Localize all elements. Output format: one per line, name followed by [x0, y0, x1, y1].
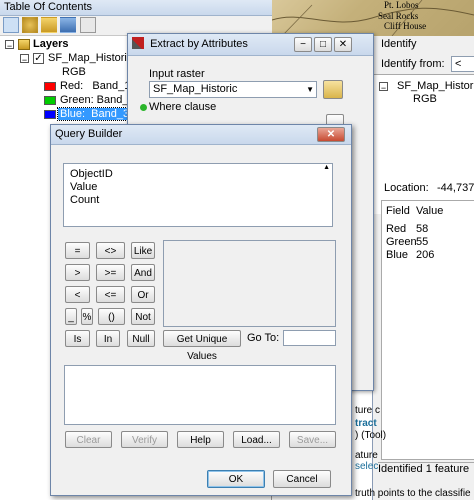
list-by-drawing-order-icon[interactable] [3, 17, 19, 33]
list-by-visibility-icon[interactable] [41, 17, 57, 33]
greater-button[interactable]: > [65, 264, 90, 281]
layers-label[interactable]: Layers [33, 38, 68, 50]
tool-icon [132, 37, 144, 49]
band-green-swatch [44, 96, 56, 105]
table-row-field: Red [386, 223, 407, 235]
not-button[interactable]: Not [131, 308, 155, 325]
get-unique-values-button[interactable]: Get Unique Values [163, 330, 241, 362]
goto-label: Go To: [247, 332, 280, 344]
where-clause-label: Where clause [149, 101, 217, 113]
unique-values-list[interactable] [163, 240, 336, 327]
band-green-label: Green: Band_2 [60, 94, 135, 106]
band-blue-swatch [44, 110, 56, 119]
fields-list[interactable]: ObjectID Value Count ▲ [63, 163, 333, 227]
table-row-value: 55 [416, 236, 429, 248]
identify-from-select[interactable]: < [451, 56, 474, 72]
goto-input[interactable] [283, 330, 336, 346]
identify-title: Identify [381, 38, 417, 50]
greater-equal-button[interactable]: >= [96, 264, 125, 281]
tree-root-label[interactable]: SF_Map_Historic [397, 80, 474, 92]
tree-child-label[interactable]: RGB [413, 93, 437, 105]
minimize-button[interactable]: − [294, 37, 312, 52]
ok-button[interactable]: OK [207, 470, 265, 488]
query-close-button[interactable]: ✕ [317, 127, 345, 142]
identify-table: Field Value Red 58 Green 55 Blue 206 [381, 200, 474, 460]
list-item[interactable]: ObjectID [70, 168, 113, 180]
input-raster-label: Input raster [149, 68, 205, 80]
table-row-field: Blue [386, 249, 409, 261]
input-raster-value: SF_Map_Historic [153, 83, 238, 95]
toc-title: Table Of Contents [4, 1, 93, 13]
rgb-label: RGB [62, 66, 86, 78]
identify-window: Identify Identify from: < − SF_Map_Histo… [372, 36, 474, 500]
layers-icon [18, 39, 30, 50]
equals-button[interactable]: = [65, 242, 90, 259]
null-button[interactable]: Null [127, 330, 155, 347]
map-label-3: Cliff House [384, 21, 427, 31]
maximize-button[interactable]: □ [314, 37, 332, 52]
less-equal-button[interactable]: <= [96, 286, 125, 303]
tree-collapse-icon[interactable]: − [379, 82, 388, 93]
map-lines [272, 0, 474, 36]
map-view[interactable]: Pt. Lobos Seal Rocks Cliff House [272, 0, 474, 36]
toc-title-bar: Table Of Contents [0, 0, 272, 16]
query-title: Query Builder [55, 128, 123, 140]
help-text-4: ature [355, 450, 378, 461]
like-button[interactable]: Like [131, 242, 155, 259]
table-row-value: 206 [416, 249, 435, 261]
in-button[interactable]: In [96, 330, 120, 347]
location-value: -44,737,8 [437, 182, 474, 194]
layer-name[interactable]: SF_Map_Historic [48, 52, 132, 64]
map-label-1: Pt. Lobos [384, 0, 419, 10]
verify-button[interactable]: Verify [121, 431, 168, 448]
location-label: Location: [384, 182, 429, 194]
table-row-field: Green [386, 236, 417, 248]
or-button[interactable]: Or [131, 286, 155, 303]
input-raster-select[interactable]: SF_Map_Historic ▼ [149, 81, 317, 98]
cancel-button[interactable]: Cancel [273, 470, 331, 488]
chevron-down-icon: ▼ [306, 85, 314, 94]
list-item[interactable]: Count [70, 194, 99, 206]
table-row-value: 58 [416, 223, 429, 235]
collapse-layer-icon[interactable]: − [20, 54, 29, 65]
col-field-header[interactable]: Field [386, 205, 410, 217]
help-text-6: truth points to the classifie [355, 488, 471, 499]
save-button[interactable]: Save... [289, 431, 336, 448]
and-button[interactable]: And [131, 264, 155, 281]
band-red-swatch [44, 82, 56, 91]
help-text-2: tract [355, 418, 377, 429]
not-equal-button[interactable]: <> [96, 242, 125, 259]
help-text-1: ture c [355, 405, 381, 416]
help-button[interactable]: Help [177, 431, 224, 448]
load-button[interactable]: Load... [233, 431, 280, 448]
less-button[interactable]: < [65, 286, 90, 303]
browse-folder-button[interactable] [323, 80, 343, 99]
query-title-bar: Query Builder [51, 125, 351, 145]
is-button[interactable]: Is [65, 330, 90, 347]
clear-button[interactable]: Clear [65, 431, 112, 448]
map-label-2: Seal Rocks [378, 11, 419, 21]
extract-title: Extract by Attributes [150, 38, 248, 50]
identify-status: Identified 1 feature [378, 462, 474, 476]
required-dot-icon [140, 104, 147, 111]
options-icon[interactable] [80, 17, 96, 33]
list-by-source-icon[interactable] [22, 17, 38, 33]
underscore-button[interactable]: _ [65, 308, 77, 325]
close-button[interactable]: ✕ [334, 37, 352, 52]
percent-button[interactable]: % [81, 308, 93, 325]
help-text-5: selec [355, 461, 379, 472]
parentheses-button[interactable]: () [98, 308, 125, 325]
help-text-3: ) (Tool) [355, 430, 387, 441]
query-builder-dialog: Query Builder ✕ ObjectID Value Count ▲ =… [50, 124, 352, 496]
band-blue-label: Blue: Band_3 [56, 107, 133, 121]
layer-visibility-checkbox[interactable]: ✓ [33, 53, 44, 64]
list-item[interactable]: Value [70, 181, 97, 193]
col-value-header[interactable]: Value [416, 205, 443, 217]
collapse-layers-icon[interactable]: − [5, 40, 14, 51]
scroll-arrow-icon[interactable]: ▲ [323, 164, 330, 171]
band-red-label: Red: Band_1 [60, 80, 131, 92]
identify-from-label: Identify from: [381, 58, 445, 70]
list-by-selection-icon[interactable] [60, 17, 76, 33]
expression-textarea[interactable] [64, 365, 336, 425]
